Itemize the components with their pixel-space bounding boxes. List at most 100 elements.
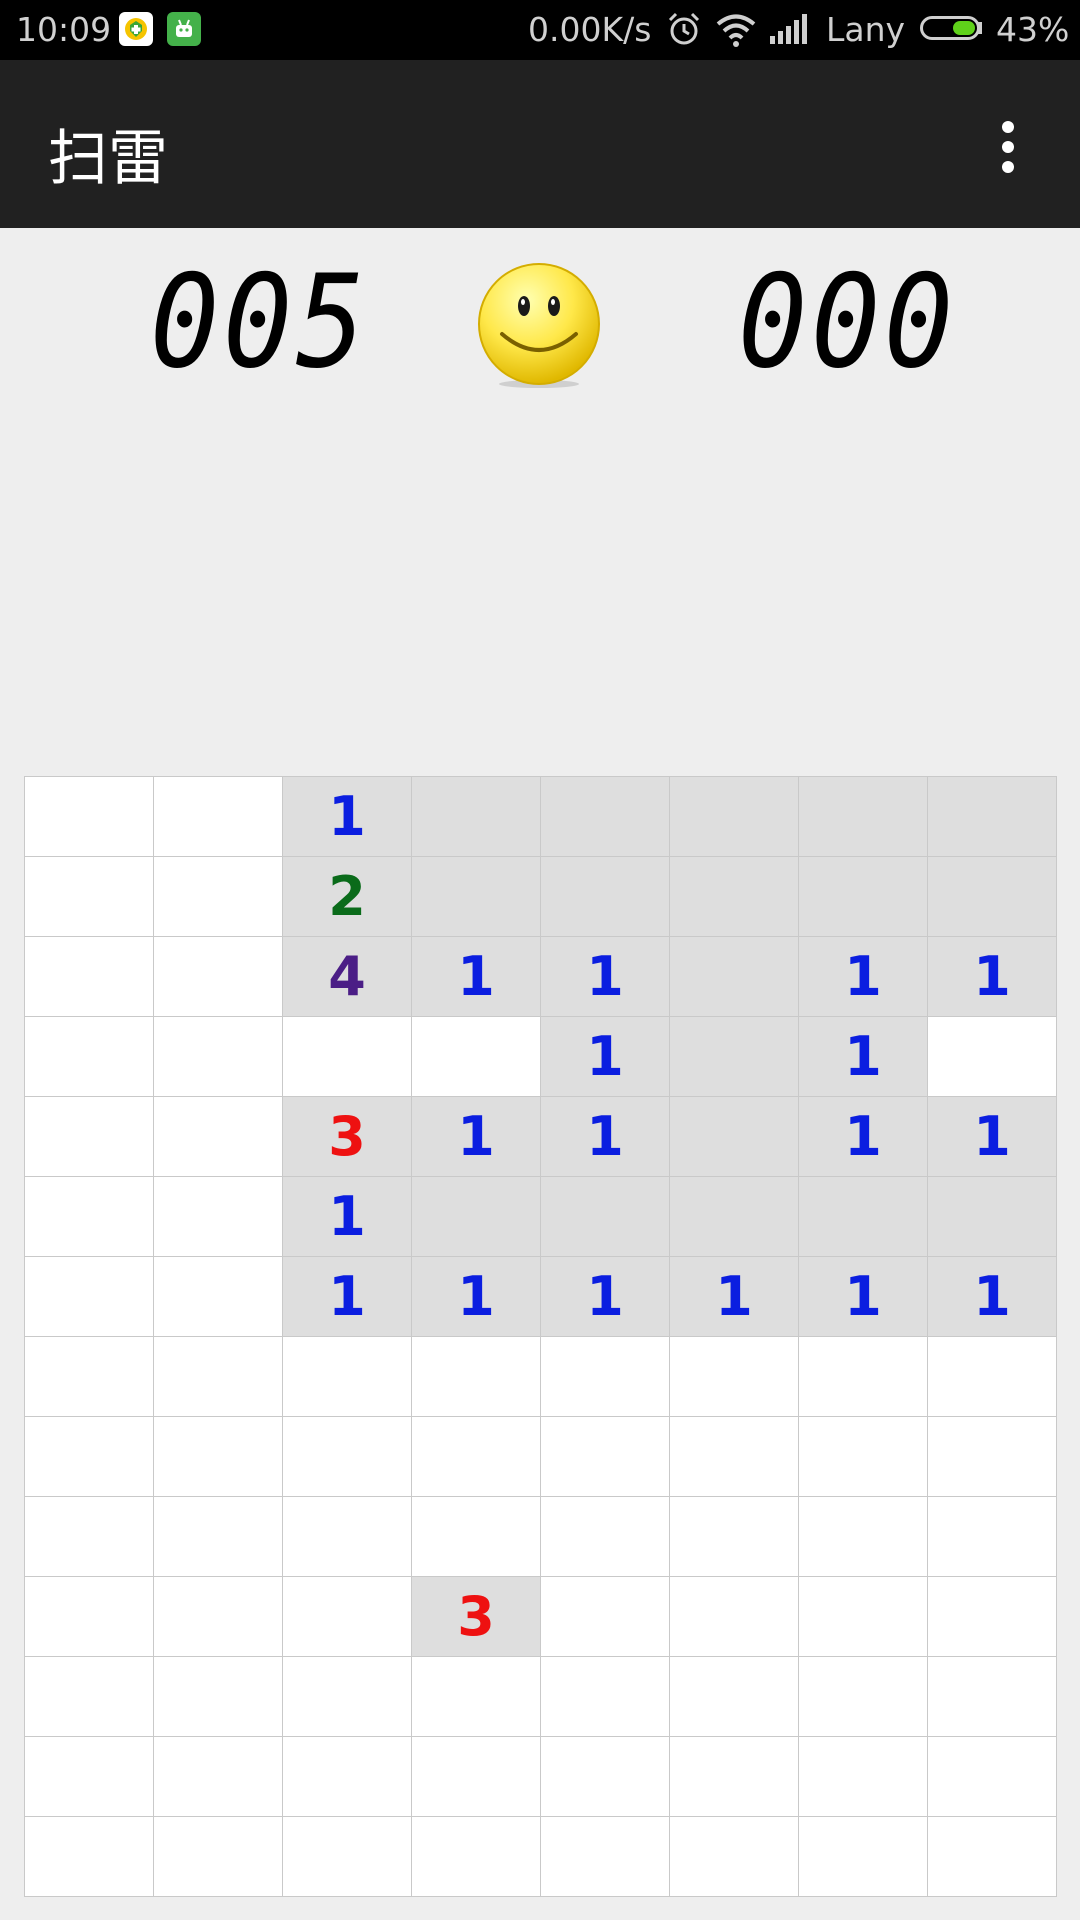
board-cell-r0-c4[interactable] xyxy=(541,777,670,857)
board-cell-r4-c0[interactable] xyxy=(25,1097,154,1177)
board-cell-r8-c3[interactable] xyxy=(412,1417,541,1497)
board-cell-r4-c7[interactable]: 1 xyxy=(928,1097,1057,1177)
board-cell-r1-c1[interactable] xyxy=(154,857,283,937)
board-cell-r3-c4[interactable]: 1 xyxy=(541,1017,670,1097)
board-cell-r9-c2[interactable] xyxy=(283,1497,412,1577)
board-cell-r4-c6[interactable]: 1 xyxy=(799,1097,928,1177)
board-cell-r8-c2[interactable] xyxy=(283,1417,412,1497)
board-cell-r13-c5[interactable] xyxy=(670,1817,799,1897)
board-cell-r3-c6[interactable]: 1 xyxy=(799,1017,928,1097)
board-cell-r11-c7[interactable] xyxy=(928,1657,1057,1737)
board-cell-r13-c0[interactable] xyxy=(25,1817,154,1897)
board-cell-r2-c7[interactable]: 1 xyxy=(928,937,1057,1017)
board-cell-r5-c5[interactable] xyxy=(670,1177,799,1257)
board-cell-r9-c1[interactable] xyxy=(154,1497,283,1577)
board-cell-r5-c7[interactable] xyxy=(928,1177,1057,1257)
board-cell-r4-c2[interactable]: 3 xyxy=(283,1097,412,1177)
board-cell-r5-c0[interactable] xyxy=(25,1177,154,1257)
board-cell-r11-c1[interactable] xyxy=(154,1657,283,1737)
board-cell-r0-c2[interactable]: 1 xyxy=(283,777,412,857)
board-cell-r1-c7[interactable] xyxy=(928,857,1057,937)
board-cell-r0-c3[interactable] xyxy=(412,777,541,857)
board-cell-r10-c6[interactable] xyxy=(799,1577,928,1657)
board-cell-r5-c1[interactable] xyxy=(154,1177,283,1257)
board-cell-r6-c2[interactable]: 1 xyxy=(283,1257,412,1337)
board-cell-r3-c1[interactable] xyxy=(154,1017,283,1097)
board-cell-r6-c5[interactable]: 1 xyxy=(670,1257,799,1337)
board-cell-r10-c4[interactable] xyxy=(541,1577,670,1657)
board-cell-r11-c0[interactable] xyxy=(25,1657,154,1737)
board-cell-r6-c4[interactable]: 1 xyxy=(541,1257,670,1337)
board-cell-r12-c5[interactable] xyxy=(670,1737,799,1817)
board-cell-r0-c0[interactable] xyxy=(25,777,154,857)
board-cell-r3-c0[interactable] xyxy=(25,1017,154,1097)
board-cell-r7-c6[interactable] xyxy=(799,1337,928,1417)
board-cell-r10-c1[interactable] xyxy=(154,1577,283,1657)
board-cell-r2-c2[interactable]: 4 xyxy=(283,937,412,1017)
board-cell-r7-c3[interactable] xyxy=(412,1337,541,1417)
board-cell-r11-c5[interactable] xyxy=(670,1657,799,1737)
board-cell-r11-c4[interactable] xyxy=(541,1657,670,1737)
board-cell-r12-c0[interactable] xyxy=(25,1737,154,1817)
board-cell-r6-c6[interactable]: 1 xyxy=(799,1257,928,1337)
board-cell-r12-c3[interactable] xyxy=(412,1737,541,1817)
board-cell-r9-c3[interactable] xyxy=(412,1497,541,1577)
board-cell-r8-c5[interactable] xyxy=(670,1417,799,1497)
board-cell-r7-c0[interactable] xyxy=(25,1337,154,1417)
board-cell-r4-c1[interactable] xyxy=(154,1097,283,1177)
board-cell-r11-c6[interactable] xyxy=(799,1657,928,1737)
board-cell-r2-c1[interactable] xyxy=(154,937,283,1017)
board-cell-r3-c2[interactable] xyxy=(283,1017,412,1097)
board-cell-r9-c4[interactable] xyxy=(541,1497,670,1577)
board-cell-r5-c6[interactable] xyxy=(799,1177,928,1257)
board-cell-r4-c5[interactable] xyxy=(670,1097,799,1177)
board-cell-r9-c5[interactable] xyxy=(670,1497,799,1577)
board-cell-r3-c3[interactable] xyxy=(412,1017,541,1097)
board-cell-r9-c7[interactable] xyxy=(928,1497,1057,1577)
board-cell-r10-c3[interactable]: 3 xyxy=(412,1577,541,1657)
smiley-face-icon[interactable] xyxy=(476,262,602,388)
board-cell-r12-c6[interactable] xyxy=(799,1737,928,1817)
board-cell-r12-c4[interactable] xyxy=(541,1737,670,1817)
board-cell-r1-c5[interactable] xyxy=(670,857,799,937)
board-cell-r7-c7[interactable] xyxy=(928,1337,1057,1417)
board-cell-r6-c0[interactable] xyxy=(25,1257,154,1337)
board-cell-r5-c4[interactable] xyxy=(541,1177,670,1257)
board-cell-r7-c5[interactable] xyxy=(670,1337,799,1417)
board-cell-r6-c1[interactable] xyxy=(154,1257,283,1337)
board-cell-r4-c4[interactable]: 1 xyxy=(541,1097,670,1177)
board-cell-r12-c7[interactable] xyxy=(928,1737,1057,1817)
board-cell-r2-c3[interactable]: 1 xyxy=(412,937,541,1017)
board-cell-r9-c0[interactable] xyxy=(25,1497,154,1577)
board-cell-r11-c2[interactable] xyxy=(283,1657,412,1737)
board-cell-r5-c3[interactable] xyxy=(412,1177,541,1257)
board-cell-r0-c1[interactable] xyxy=(154,777,283,857)
board-cell-r1-c2[interactable]: 2 xyxy=(283,857,412,937)
board-cell-r13-c7[interactable] xyxy=(928,1817,1057,1897)
board-cell-r13-c2[interactable] xyxy=(283,1817,412,1897)
board-cell-r12-c1[interactable] xyxy=(154,1737,283,1817)
board-cell-r8-c4[interactable] xyxy=(541,1417,670,1497)
board-cell-r2-c5[interactable] xyxy=(670,937,799,1017)
board-cell-r0-c5[interactable] xyxy=(670,777,799,857)
board-cell-r7-c2[interactable] xyxy=(283,1337,412,1417)
board-cell-r8-c7[interactable] xyxy=(928,1417,1057,1497)
board-cell-r0-c7[interactable] xyxy=(928,777,1057,857)
board-cell-r4-c3[interactable]: 1 xyxy=(412,1097,541,1177)
board-cell-r10-c0[interactable] xyxy=(25,1577,154,1657)
board-cell-r6-c7[interactable]: 1 xyxy=(928,1257,1057,1337)
board-cell-r13-c4[interactable] xyxy=(541,1817,670,1897)
board-cell-r10-c5[interactable] xyxy=(670,1577,799,1657)
board-cell-r8-c0[interactable] xyxy=(25,1417,154,1497)
board-cell-r0-c6[interactable] xyxy=(799,777,928,857)
board-cell-r3-c5[interactable] xyxy=(670,1017,799,1097)
board-cell-r13-c6[interactable] xyxy=(799,1817,928,1897)
board-cell-r10-c7[interactable] xyxy=(928,1577,1057,1657)
board-cell-r6-c3[interactable]: 1 xyxy=(412,1257,541,1337)
board-cell-r1-c4[interactable] xyxy=(541,857,670,937)
board-cell-r2-c0[interactable] xyxy=(25,937,154,1017)
more-vert-icon[interactable] xyxy=(980,115,1036,179)
board-cell-r1-c0[interactable] xyxy=(25,857,154,937)
board-cell-r13-c3[interactable] xyxy=(412,1817,541,1897)
board-cell-r2-c4[interactable]: 1 xyxy=(541,937,670,1017)
